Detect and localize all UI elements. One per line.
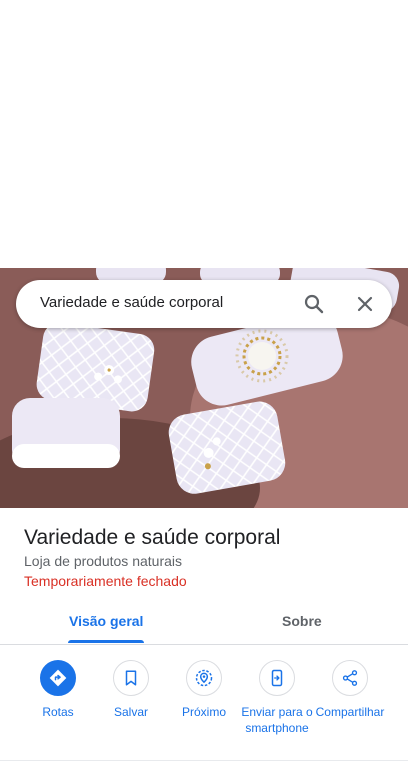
share-label: Compartilhar — [315, 705, 385, 719]
share-icon — [332, 660, 368, 696]
place-title: Variedade e saúde corporal — [24, 526, 281, 549]
tab-overview[interactable]: Visão geral — [69, 613, 143, 629]
save-button[interactable]: Salvar — [94, 660, 168, 720]
share-button[interactable]: Compartilhar — [313, 660, 387, 720]
save-label: Salvar — [113, 705, 148, 719]
send-to-phone-button[interactable]: Enviar para o smartphone — [240, 660, 314, 736]
place-category[interactable]: Loja de produtos naturais — [24, 553, 182, 569]
tab-bar: Visão geral Sobre — [0, 600, 408, 645]
status-badge: Temporariamente fechado — [24, 573, 187, 589]
nearby-button[interactable]: Próximo — [167, 660, 241, 720]
send-to-phone-icon — [259, 660, 295, 696]
nearby-icon — [186, 660, 222, 696]
map-blank-area — [0, 0, 408, 268]
directions-icon — [40, 660, 76, 696]
bookmark-icon — [113, 660, 149, 696]
send-to-phone-label: Enviar para o smartphone — [241, 705, 313, 735]
tab-about[interactable]: Sobre — [282, 613, 322, 629]
close-icon[interactable] — [353, 292, 377, 316]
directions-button[interactable]: Rotas — [21, 660, 95, 720]
search-query[interactable]: Variedade e saúde corporal — [40, 294, 223, 311]
search-bar[interactable]: Variedade e saúde corporal — [16, 280, 392, 328]
active-tab-indicator — [68, 640, 144, 643]
nearby-label: Próximo — [181, 705, 226, 719]
section-divider — [0, 760, 408, 761]
search-icon[interactable] — [302, 292, 326, 316]
directions-label: Rotas — [42, 705, 74, 719]
